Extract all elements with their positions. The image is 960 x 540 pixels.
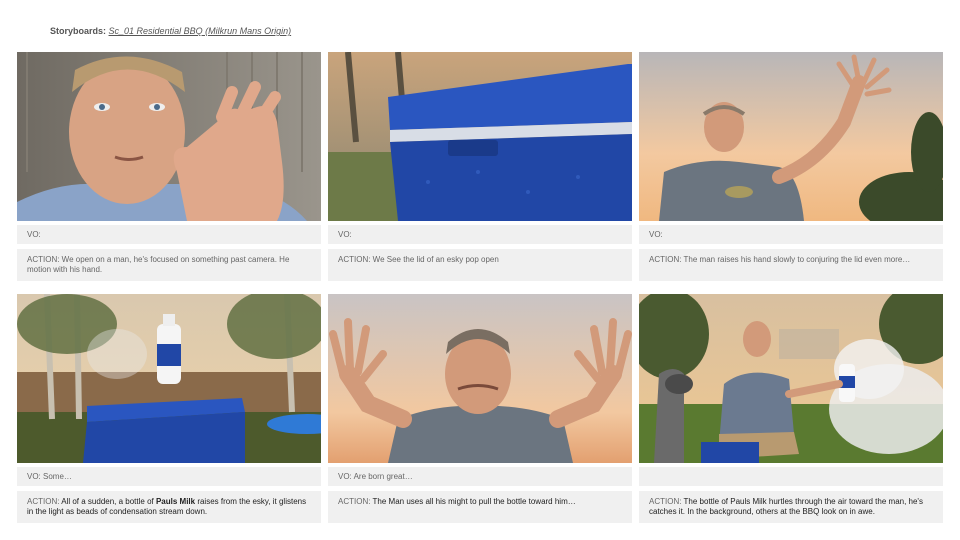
storyboard-panel-1: VO: ACTION: We open on a man, he's focus…	[17, 52, 321, 281]
storyboard-header: Storyboards: Sc_01 Residential BBQ (Milk…	[50, 26, 291, 36]
frame-image-man-pulling-with-both-hands	[328, 294, 632, 463]
action-prefix: ACTION:	[649, 497, 684, 506]
action-text-part-a: All of a sudden, a bottle of	[61, 497, 156, 506]
storyboard-panel-6: ACTION: The bottle of Pauls Milk hurtles…	[639, 294, 943, 523]
storyboard-panel-3: VO: ACTION: The man raises his hand slow…	[639, 52, 943, 281]
action-field: ACTION: The bottle of Pauls Milk hurtles…	[639, 491, 943, 523]
action-prefix: ACTION:	[27, 255, 62, 264]
vo-field: VO:	[328, 225, 632, 244]
product-name: Pauls Milk	[155, 497, 196, 506]
storyboard-panel-4: VO: Some… ACTION: All of a sudden, a bot…	[17, 294, 321, 523]
action-field: ACTION: We open on a man, he's focused o…	[17, 249, 321, 281]
frame-image-man-gesturing-closeup	[17, 52, 321, 221]
vo-field	[639, 467, 943, 486]
action-field: ACTION: The Man uses all his might to pu…	[328, 491, 632, 523]
vo-field: VO:	[639, 225, 943, 244]
action-text: The Man uses all his might to pull the b…	[372, 497, 576, 506]
vo-field: VO:	[17, 225, 321, 244]
header-label: Storyboards:	[50, 26, 107, 36]
vo-field: VO: Are born great…	[328, 467, 632, 486]
action-prefix: ACTION:	[338, 255, 373, 264]
action-prefix: ACTION:	[338, 497, 373, 506]
action-field: ACTION: We See the lid of an esky pop op…	[328, 249, 632, 281]
action-text: The man raises his hand slowly to conjur…	[683, 255, 911, 264]
action-field: ACTION: The man raises his hand slowly t…	[639, 249, 943, 281]
action-text: We See the lid of an esky pop open	[372, 255, 499, 264]
action-text: The bottle of Pauls Milk hurtles through…	[649, 497, 923, 517]
frame-image-man-raising-hand-sunset	[639, 52, 943, 221]
action-prefix: ACTION:	[649, 255, 684, 264]
storyboard-panel-2: VO: ACTION: We See the lid of an esky po…	[328, 52, 632, 281]
vo-field: VO: Some…	[17, 467, 321, 486]
action-field: ACTION: All of a sudden, a bottle of Pau…	[17, 491, 321, 523]
storyboard-title-link[interactable]: Sc_01 Residential BBQ (Milkrun Mans Orig…	[109, 26, 292, 36]
action-text: We open on a man, he's focused on someth…	[27, 255, 290, 275]
frame-image-blue-esky-lid	[328, 52, 632, 221]
action-prefix: ACTION:	[27, 497, 62, 506]
frame-image-man-catching-bottle-bbq	[639, 294, 943, 463]
storyboard-panel-5: VO: Are born great… ACTION: The Man uses…	[328, 294, 632, 523]
frame-image-milk-bottle-rising-from-esky	[17, 294, 321, 463]
